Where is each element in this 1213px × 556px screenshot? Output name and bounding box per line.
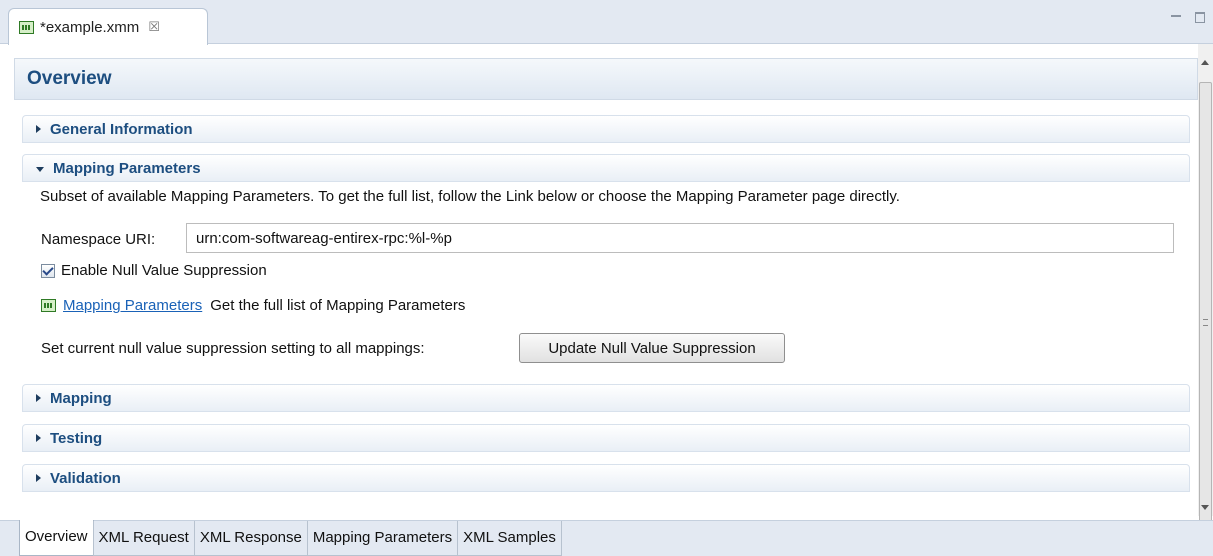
section-testing[interactable]: Testing: [22, 424, 1190, 452]
tab-xml-response[interactable]: XML Response: [193, 521, 308, 556]
page-tabs: Overview XML Request XML Response Mappin…: [19, 520, 562, 556]
scrollbar-thumb[interactable]: [1199, 82, 1212, 536]
section-general-information[interactable]: General Information: [22, 115, 1190, 143]
minimize-icon[interactable]: [1171, 12, 1181, 24]
form-header: Overview: [14, 58, 1198, 100]
page-title: Overview: [27, 68, 112, 89]
expand-triangle-icon: [36, 474, 41, 482]
tab-xml-samples[interactable]: XML Samples: [457, 521, 562, 556]
section-mapping[interactable]: Mapping: [22, 384, 1190, 412]
maximize-icon[interactable]: [1195, 12, 1205, 23]
mapping-parameters-description: Subset of available Mapping Parameters. …: [40, 188, 900, 205]
expand-triangle-icon: [36, 394, 41, 402]
mapping-parameters-link-row: Mapping Parameters Get the full list of …: [41, 297, 465, 314]
mapping-parameters-link[interactable]: Mapping Parameters: [63, 297, 202, 314]
scrollbar-grip-icon: [1203, 319, 1208, 326]
tab-mapping-parameters[interactable]: Mapping Parameters: [306, 521, 459, 556]
expand-triangle-icon: [36, 125, 41, 133]
tab-xml-request[interactable]: XML Request: [92, 521, 195, 556]
section-title: Testing: [50, 429, 103, 447]
tab-overview[interactable]: Overview: [19, 520, 94, 556]
null-value-suppression-checkbox-row[interactable]: Enable Null Value Suppression: [41, 262, 267, 279]
section-title: Mapping: [50, 389, 112, 407]
collapse-triangle-icon: [36, 166, 44, 172]
update-null-value-label: Set current null value suppression setti…: [41, 340, 425, 357]
editor-tab-example-xmm[interactable]: *example.xmm ☒: [8, 8, 208, 45]
section-mapping-parameters[interactable]: Mapping Parameters: [22, 154, 1190, 182]
null-value-suppression-label: Enable Null Value Suppression: [61, 262, 267, 279]
page-tab-bar: Overview XML Request XML Response Mappin…: [0, 520, 1213, 556]
editor-tab-bar: *example.xmm ☒: [0, 0, 1213, 45]
window-controls: [1171, 12, 1205, 24]
editor-tab-title: *example.xmm: [40, 18, 140, 36]
xmm-file-icon: [19, 20, 34, 34]
section-title: Mapping Parameters: [53, 159, 201, 177]
section-title: Validation: [50, 469, 121, 487]
namespace-uri-input[interactable]: [186, 223, 1174, 253]
section-validation[interactable]: Validation: [22, 464, 1190, 492]
section-title: General Information: [50, 120, 193, 138]
update-null-value-suppression-button[interactable]: Update Null Value Suppression: [519, 333, 785, 363]
scroll-down-arrow-icon[interactable]: [1201, 505, 1209, 510]
xmm-file-icon: [41, 299, 56, 312]
namespace-uri-label: Namespace URI:: [41, 231, 156, 248]
mapping-parameters-link-description: Get the full list of Mapping Parameters: [210, 297, 466, 314]
vertical-scrollbar[interactable]: [1198, 44, 1213, 536]
scroll-up-arrow-icon[interactable]: [1201, 60, 1209, 65]
null-value-suppression-checkbox[interactable]: [41, 263, 55, 278]
expand-triangle-icon: [36, 434, 41, 442]
close-icon[interactable]: ☒: [148, 19, 160, 35]
